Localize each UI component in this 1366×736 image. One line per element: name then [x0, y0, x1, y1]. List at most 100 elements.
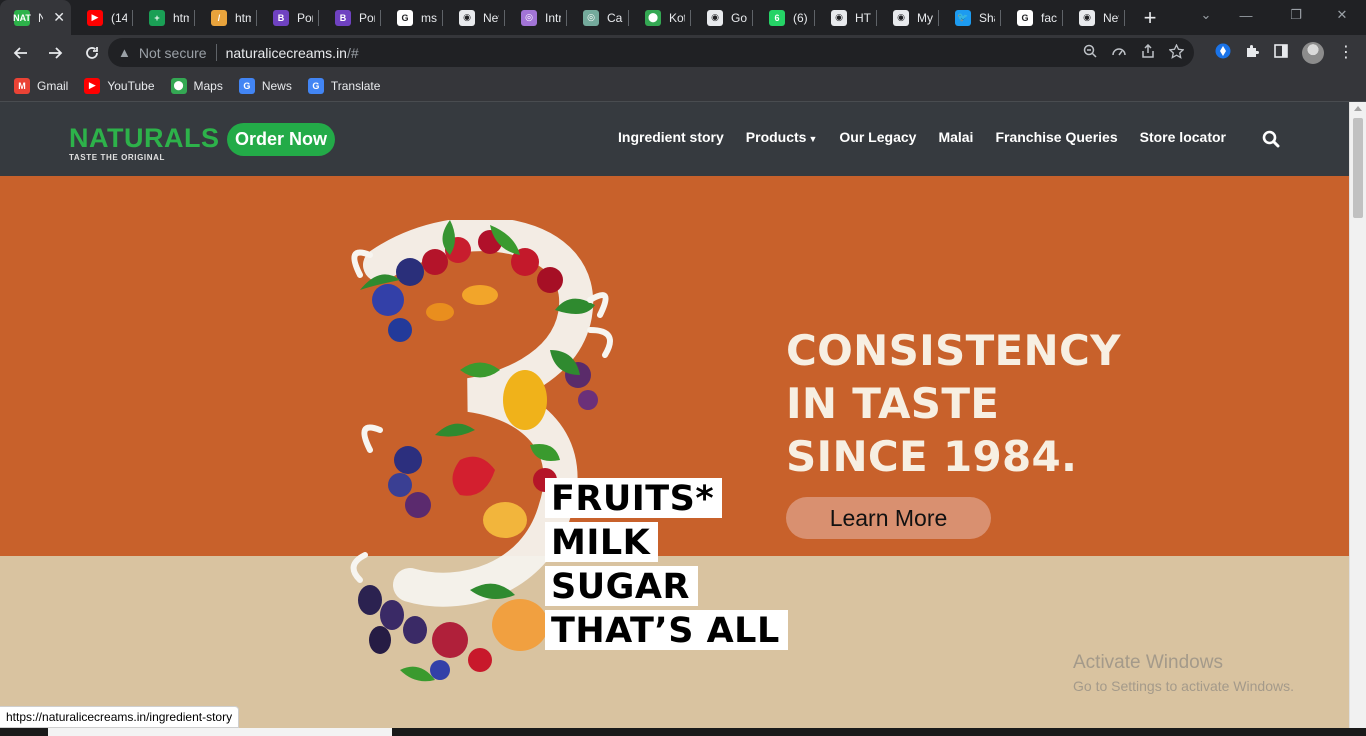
- nav-products[interactable]: Products ▼: [746, 129, 818, 145]
- url-path: /#: [346, 44, 359, 61]
- tagline-line-2: MILK: [545, 522, 659, 562]
- bookmark-youtube[interactable]: ▶ YouTube: [84, 77, 155, 94]
- close-tab-icon[interactable]: ✕: [53, 9, 65, 26]
- tagline-line-3: SUGAR: [545, 566, 698, 606]
- new-tab-button[interactable]: +: [1135, 3, 1165, 33]
- tab-title: htm: [173, 10, 189, 25]
- naturals-logo[interactable]: NATURALS TASTE THE ORIGINAL: [69, 124, 219, 162]
- side-panel-icon[interactable]: [1274, 44, 1288, 61]
- tab[interactable]: + htm: [133, 0, 195, 35]
- back-arrow-icon: [13, 46, 27, 59]
- bookmark-maps[interactable]: ⬤ Maps: [170, 77, 223, 94]
- tab[interactable]: ◎ Cali: [567, 0, 629, 35]
- tab-favicon-icon: ◉: [831, 9, 847, 26]
- order-now-button[interactable]: Order Now: [227, 123, 335, 156]
- tab[interactable]: ◎ Intr: [505, 0, 567, 35]
- reload-button[interactable]: [76, 37, 108, 69]
- address-bar[interactable]: ▲ Not secure naturalicecreams.in/#: [108, 38, 1194, 67]
- tab[interactable]: B Port: [257, 0, 319, 35]
- tab-favicon-icon: 6: [769, 9, 785, 26]
- restore-button[interactable]: ❐: [1276, 0, 1316, 30]
- bookmark-translate[interactable]: G Translate: [307, 77, 381, 94]
- tab[interactable]: 6 (6) \: [753, 0, 815, 35]
- tab-title: HTM: [855, 10, 871, 25]
- hero-headline: CONSISTENCY IN TASTE SINCE 1984.: [786, 324, 1121, 483]
- tagline-line-1: FRUITS*: [545, 478, 723, 518]
- tab-title: Nev: [1103, 10, 1119, 25]
- tab-favicon-icon: ◉: [1079, 9, 1095, 26]
- tab-title: NAT: [38, 10, 44, 25]
- tagline-line-4: THAT’S ALL: [545, 610, 788, 650]
- bookmark-news[interactable]: G News: [238, 77, 292, 94]
- reload-icon: [86, 46, 98, 59]
- tab-title: Sha: [979, 10, 995, 25]
- tab[interactable]: / htm: [195, 0, 257, 35]
- headline-line-2: IN TASTE: [786, 379, 1000, 428]
- profile-avatar[interactable]: [1302, 41, 1324, 64]
- tab-title: Port: [359, 10, 375, 25]
- nav-franchise-queries[interactable]: Franchise Queries: [995, 129, 1117, 145]
- tab-favicon-icon: G: [397, 9, 413, 26]
- learn-more-button[interactable]: Learn More: [786, 497, 991, 539]
- site-header: NATURALS TASTE THE ORIGINAL Order Now In…: [0, 102, 1349, 176]
- taskbar-search-box[interactable]: [48, 728, 392, 736]
- tab-search-chevron-icon[interactable]: ⌄: [1186, 0, 1226, 30]
- page-scrollbar[interactable]: [1349, 102, 1366, 736]
- warning-triangle-icon[interactable]: ▲: [118, 45, 131, 60]
- tab-favicon-icon: NAT: [13, 9, 31, 26]
- bookmark-label: Translate: [330, 78, 381, 93]
- tab-title: Cali: [607, 10, 623, 25]
- share-icon[interactable]: [1141, 43, 1155, 61]
- tab[interactable]: ⬤ Kot: [629, 0, 691, 35]
- link-status-bubble: https://naturalicecreams.in/ingredient-s…: [0, 706, 240, 728]
- tab-title: htm: [235, 10, 251, 25]
- tab[interactable]: ◉ Nev: [1063, 0, 1125, 35]
- main-nav: Ingredient story Products ▼ Our Legacy Ma…: [618, 129, 1226, 145]
- tab[interactable]: ◉ HTM: [815, 0, 877, 35]
- extensions-puzzle-icon[interactable]: [1245, 44, 1260, 62]
- tab[interactable]: Gface: [1001, 0, 1063, 35]
- nav-malai[interactable]: Malai: [938, 129, 973, 145]
- performance-icon[interactable]: [1111, 44, 1127, 61]
- tab[interactable]: Gms: [381, 0, 443, 35]
- tab[interactable]: ◉ Goo: [691, 0, 753, 35]
- close-window-button[interactable]: ✕: [1322, 0, 1362, 30]
- gmail-icon: M: [14, 77, 30, 94]
- scrollbar-thumb[interactable]: [1353, 118, 1363, 218]
- tab-active[interactable]: NAT NAT ✕: [0, 0, 71, 35]
- tab-title: Port: [297, 10, 313, 25]
- tab[interactable]: B Port: [319, 0, 381, 35]
- site-search-button[interactable]: [1262, 130, 1280, 148]
- nav-our-legacy[interactable]: Our Legacy: [839, 129, 916, 145]
- tab-favicon-icon: B: [273, 9, 289, 26]
- scroll-up-arrow-icon[interactable]: [1354, 106, 1362, 111]
- forward-button[interactable]: [40, 37, 72, 69]
- tagline-text-milk: MILK: [545, 522, 659, 562]
- tagline-text-fruits: FRUITS*: [545, 478, 723, 518]
- nav-ingredient-story[interactable]: Ingredient story: [618, 129, 724, 145]
- tab-favicon-icon: /: [211, 9, 227, 26]
- tab-favicon-icon: ◉: [707, 9, 723, 26]
- security-label[interactable]: Not secure: [139, 45, 207, 61]
- tab[interactable]: 🐦 Sha: [939, 0, 1001, 35]
- menu-kebab-icon[interactable]: ⋮: [1338, 44, 1354, 60]
- tab-favicon-icon: G: [1017, 9, 1033, 26]
- tab-title: (146: [111, 10, 127, 25]
- browser-toolbar: ▲ Not secure naturalicecreams.in/#: [0, 35, 1366, 70]
- zoom-icon[interactable]: [1083, 44, 1097, 61]
- tab[interactable]: ◉ Nev: [443, 0, 505, 35]
- url-text[interactable]: naturalicecreams.in/#: [226, 45, 359, 61]
- extension-icons: ⋮: [1215, 35, 1354, 70]
- back-button[interactable]: [4, 37, 36, 69]
- extension-drop-icon[interactable]: [1215, 43, 1231, 62]
- tab[interactable]: ◉ My: [877, 0, 939, 35]
- minimize-button[interactable]: —: [1226, 0, 1266, 30]
- bookmark-gmail[interactable]: M Gmail: [14, 77, 68, 94]
- tagline-text-thats-all: THAT’S ALL: [545, 610, 788, 650]
- tab-title: ms: [421, 10, 437, 25]
- tab-favicon-icon: ⬤: [645, 9, 661, 26]
- activate-windows-watermark: Activate Windows Go to Settings to activ…: [1073, 652, 1294, 694]
- bookmark-star-icon[interactable]: [1168, 42, 1185, 62]
- nav-store-locator[interactable]: Store locator: [1140, 129, 1226, 145]
- tab[interactable]: ▶ (146: [71, 0, 133, 35]
